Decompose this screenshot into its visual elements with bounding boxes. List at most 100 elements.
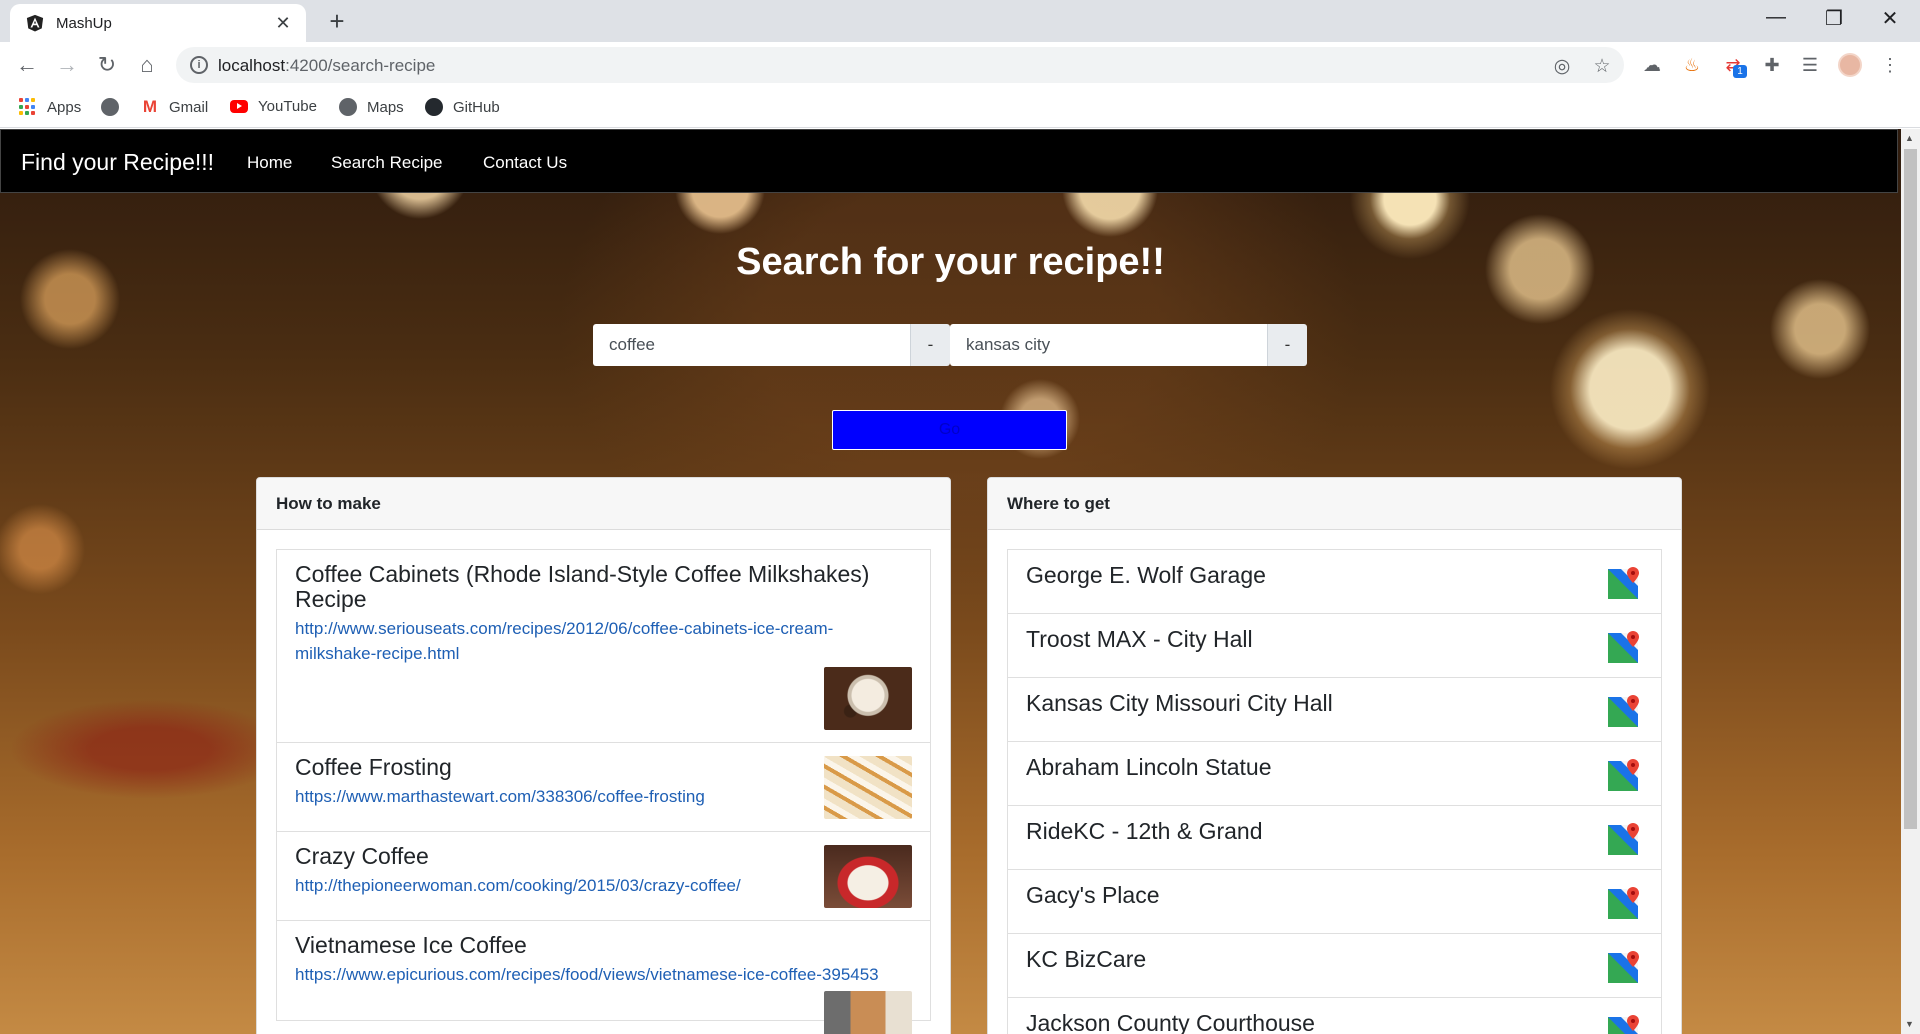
list-item: KC BizCare: [1008, 934, 1661, 998]
recipe-link[interactable]: https://www.marthastewart.com/338306/cof…: [295, 784, 895, 809]
google-maps-icon[interactable]: [1607, 886, 1641, 920]
scroll-down-icon[interactable]: ▼: [1905, 1019, 1914, 1029]
place-name: Gacy's Place: [1026, 882, 1160, 908]
close-tab-icon[interactable]: ✕: [272, 13, 294, 34]
nav-link-search-recipe[interactable]: Search Recipe: [331, 153, 443, 173]
recipe-title: Crazy Coffee: [295, 843, 429, 869]
url-host: localhost: [218, 56, 286, 75]
extension-badge-icon[interactable]: ⇄1: [1721, 53, 1747, 78]
site-info-icon[interactable]: i: [190, 56, 208, 74]
google-maps-icon[interactable]: [1607, 822, 1641, 856]
google-maps-icon[interactable]: [1607, 566, 1641, 600]
close-window-icon[interactable]: ✕: [1870, 6, 1910, 31]
list-item: Kansas City Missouri City Hall: [1008, 678, 1661, 742]
globe-icon: [101, 98, 119, 116]
list-item: Crazy Coffee http://thepioneerwoman.com/…: [277, 832, 930, 921]
bookmark-label: Gmail: [169, 98, 209, 116]
bookmark-gmail[interactable]: M Gmail: [141, 98, 208, 116]
recipe-input-addon[interactable]: -: [910, 324, 950, 366]
place-name: KC BizCare: [1026, 946, 1147, 972]
star-icon[interactable]: ☆: [1590, 55, 1614, 78]
recipe-thumbnail[interactable]: [824, 756, 912, 819]
card-header: How to make: [257, 478, 950, 530]
where-to-get-card: Where to get George E. Wolf Garage Troos…: [987, 477, 1682, 1034]
recipe-title: Vietnamese Ice Coffee: [295, 932, 527, 958]
google-maps-icon[interactable]: [1607, 630, 1641, 664]
bookmark-github[interactable]: GitHub: [425, 98, 500, 116]
back-icon[interactable]: ←: [13, 51, 41, 79]
location-input-addon[interactable]: -: [1267, 324, 1307, 366]
brand-link[interactable]: Find your Recipe!!!: [21, 149, 214, 176]
recipe-link[interactable]: http://thepioneerwoman.com/cooking/2015/…: [295, 873, 895, 898]
forward-icon[interactable]: →: [53, 51, 81, 79]
reload-icon[interactable]: ↻: [93, 51, 121, 79]
scroll-up-icon[interactable]: ▲: [1905, 133, 1914, 143]
list-item: Gacy's Place: [1008, 870, 1661, 934]
home-icon[interactable]: ⌂: [133, 51, 161, 79]
avatar[interactable]: [1838, 53, 1862, 77]
nav-link-contact-us[interactable]: Contact Us: [483, 153, 567, 173]
list-item: Jackson County Courthouse: [1008, 998, 1661, 1034]
list-item: Coffee Frosting https://www.marthastewar…: [277, 743, 930, 832]
recipe-thumbnail[interactable]: [824, 667, 912, 730]
list-item: Abraham Lincoln Statue: [1008, 742, 1661, 806]
apps-icon: [19, 98, 37, 116]
list-item: Coffee Cabinets (Rhode Island-Style Coff…: [277, 550, 930, 743]
browser-tab[interactable]: MashUp ✕: [10, 4, 306, 42]
site-navbar: Find your Recipe!!! Home Search Recipe C…: [0, 129, 1898, 193]
location-input-group: -: [950, 324, 1307, 366]
address-bar[interactable]: i localhost:4200/search-recipe ◎ ☆: [176, 47, 1624, 83]
menu-icon[interactable]: ⋮: [1878, 53, 1902, 77]
page-viewport: Find your Recipe!!! Home Search Recipe C…: [0, 129, 1901, 1034]
place-name: Jackson County Courthouse: [1026, 1010, 1315, 1034]
media-queue-icon[interactable]: ☰: [1798, 53, 1822, 77]
place-name: George E. Wolf Garage: [1026, 562, 1266, 588]
recipe-link[interactable]: http://www.seriouseats.com/recipes/2012/…: [295, 616, 895, 666]
bookmark-label: YouTube: [258, 98, 317, 115]
youtube-icon: [230, 100, 248, 113]
bookmark-label: GitHub: [453, 98, 500, 116]
bookmark-youtube[interactable]: YouTube: [230, 98, 317, 115]
url-text: localhost:4200/search-recipe: [218, 56, 435, 76]
google-maps-icon[interactable]: [1607, 1014, 1641, 1034]
location-search-input[interactable]: [950, 324, 1267, 366]
place-name: Abraham Lincoln Statue: [1026, 754, 1272, 780]
recipe-link[interactable]: https://www.epicurious.com/recipes/food/…: [295, 962, 935, 987]
location-icon[interactable]: ◎: [1550, 55, 1574, 78]
recipe-search-input[interactable]: [593, 324, 910, 366]
github-icon: [425, 98, 443, 116]
fire-extension-icon[interactable]: ♨: [1680, 53, 1704, 77]
scroll-thumb[interactable]: [1904, 149, 1917, 829]
place-list: George E. Wolf Garage Troost MAX - City …: [1007, 549, 1662, 1034]
globe-icon: [339, 98, 357, 116]
minimize-icon[interactable]: —: [1756, 6, 1796, 29]
recipe-thumbnail[interactable]: [824, 991, 912, 1034]
go-button[interactable]: Go: [832, 410, 1067, 450]
bookmark-maps[interactable]: Maps: [339, 98, 404, 116]
cloud-extension-icon[interactable]: ☁: [1640, 53, 1664, 77]
google-maps-icon[interactable]: [1607, 758, 1641, 792]
angular-icon: [26, 14, 44, 32]
tab-title: MashUp: [56, 14, 112, 32]
recipe-list: Coffee Cabinets (Rhode Island-Style Coff…: [276, 549, 931, 1034]
nav-link-home[interactable]: Home: [247, 153, 292, 173]
puzzle-icon[interactable]: ✚: [1760, 53, 1784, 77]
bookmarks-bar: Apps M Gmail YouTube Maps GitHub: [0, 88, 1920, 128]
recipe-title: Coffee Cabinets (Rhode Island-Style Coff…: [295, 561, 870, 612]
place-name: Kansas City Missouri City Hall: [1026, 690, 1333, 716]
extension-badge: 1: [1733, 65, 1747, 78]
list-item: Troost MAX - City Hall: [1008, 614, 1661, 678]
page-title: Search for your recipe!!: [736, 241, 1165, 283]
bookmark-globe[interactable]: [101, 98, 129, 116]
recipe-thumbnail[interactable]: [824, 845, 912, 908]
page-scrollbar[interactable]: ▲ ▼: [1901, 129, 1920, 1034]
recipe-title: Coffee Frosting: [295, 754, 452, 780]
place-name: RideKC - 12th & Grand: [1026, 818, 1263, 844]
list-item: Vietnamese Ice Coffee https://www.epicur…: [277, 921, 930, 1034]
new-tab-icon[interactable]: +: [322, 8, 352, 34]
google-maps-icon[interactable]: [1607, 950, 1641, 984]
restore-icon[interactable]: ❐: [1814, 6, 1854, 31]
google-maps-icon[interactable]: [1607, 694, 1641, 728]
how-to-make-card: How to make Coffee Cabinets (Rhode Islan…: [256, 477, 951, 1034]
bookmark-apps[interactable]: Apps: [19, 98, 81, 116]
